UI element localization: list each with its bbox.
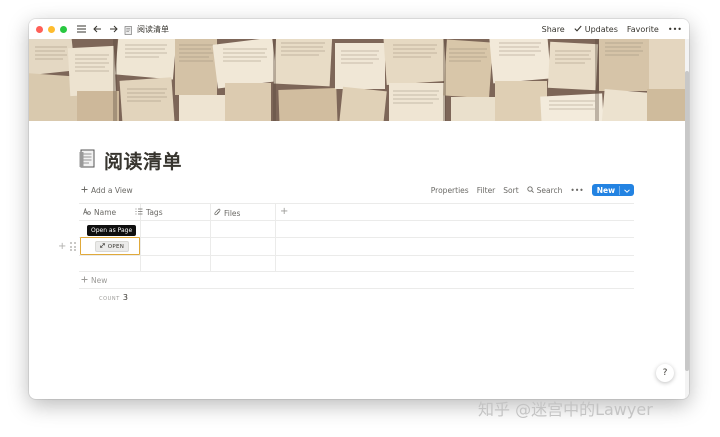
scrollbar-thumb[interactable]: [685, 71, 689, 371]
maximize-window-button[interactable]: [60, 25, 67, 33]
count-value: 3: [122, 293, 128, 302]
new-row-label: New: [91, 276, 108, 285]
search-icon: [526, 185, 534, 195]
row-controls: +: [58, 241, 76, 252]
column-header-files[interactable]: Files: [214, 208, 240, 218]
row-divider: [79, 271, 634, 272]
app-window: 阅读清单 Share Updates Favorite ••• 阅读清单 Add…: [29, 19, 689, 399]
text-icon: [83, 207, 91, 217]
add-row-icon[interactable]: +: [58, 241, 66, 252]
plus-icon: [81, 276, 88, 285]
close-window-button[interactable]: [36, 25, 43, 33]
properties-button[interactable]: Properties: [431, 186, 469, 195]
row-count[interactable]: COUNT 3: [99, 293, 128, 302]
page-title[interactable]: 阅读清单: [79, 147, 182, 174]
share-button[interactable]: Share: [542, 25, 565, 34]
updates-button[interactable]: Updates: [574, 25, 618, 34]
open-label: OPEN: [107, 243, 125, 250]
add-view-label: Add a View: [91, 186, 133, 195]
list-icon: [135, 208, 143, 217]
column-header-label: Tags: [146, 208, 163, 217]
scrollbar[interactable]: [685, 39, 689, 399]
divider: [619, 185, 620, 195]
sidebar-toggle-icon[interactable]: [77, 25, 86, 33]
view-more-button[interactable]: •••: [570, 186, 583, 195]
page-emoji-icon: [124, 20, 133, 39]
open-as-page-button[interactable]: OPEN: [95, 241, 129, 252]
updates-label: Updates: [584, 24, 618, 34]
back-arrow-icon[interactable]: [93, 25, 102, 33]
minimize-window-button[interactable]: [48, 25, 55, 33]
table-bottom-border: [79, 288, 634, 289]
row-divider: [79, 255, 634, 256]
add-view-button[interactable]: Add a View: [81, 186, 133, 195]
column-header-label: Name: [94, 208, 117, 217]
favorite-button[interactable]: Favorite: [627, 25, 659, 34]
tooltip: Open as Page: [87, 225, 137, 236]
search-button[interactable]: Search: [526, 185, 563, 195]
breadcrumb-label: 阅读清单: [137, 24, 169, 34]
chevron-down-icon[interactable]: [624, 186, 630, 195]
add-new-row-button[interactable]: New: [81, 276, 107, 285]
drag-handle-icon[interactable]: [70, 242, 76, 251]
sort-button[interactable]: Sort: [503, 186, 518, 195]
column-header-tags[interactable]: Tags: [135, 208, 163, 217]
add-property-icon[interactable]: +: [280, 206, 288, 217]
help-button[interactable]: ?: [656, 364, 674, 382]
column-header-name[interactable]: Name: [83, 207, 117, 217]
column-divider: [210, 203, 211, 271]
count-label: COUNT: [99, 296, 120, 302]
search-label: Search: [536, 185, 563, 195]
plus-icon: [81, 186, 88, 195]
database-view-bar: Add a View Properties Filter Sort Search…: [79, 184, 634, 199]
title-bar: 阅读清单 Share Updates Favorite •••: [29, 19, 689, 39]
more-options-button[interactable]: •••: [668, 25, 682, 34]
table-header-border: [79, 220, 634, 221]
paperclip-icon: [214, 208, 221, 218]
cover-image[interactable]: [29, 39, 685, 121]
forward-arrow-icon[interactable]: [109, 25, 118, 33]
column-divider: [275, 203, 276, 271]
expand-icon: [99, 243, 105, 250]
column-header-label: Files: [224, 208, 241, 218]
watermark: 知乎 @迷宫中的Lawyer: [478, 400, 653, 419]
breadcrumb[interactable]: 阅读清单: [124, 20, 169, 39]
page-icon[interactable]: [79, 149, 98, 173]
filter-button[interactable]: Filter: [477, 186, 496, 195]
new-button-label: New: [596, 185, 615, 195]
page-title-text: 阅读清单: [104, 151, 183, 173]
table-top-border: [79, 203, 634, 204]
window-controls: [36, 25, 67, 33]
row-divider: [79, 237, 634, 238]
check-icon: [574, 25, 582, 34]
new-record-button[interactable]: New: [591, 184, 634, 196]
